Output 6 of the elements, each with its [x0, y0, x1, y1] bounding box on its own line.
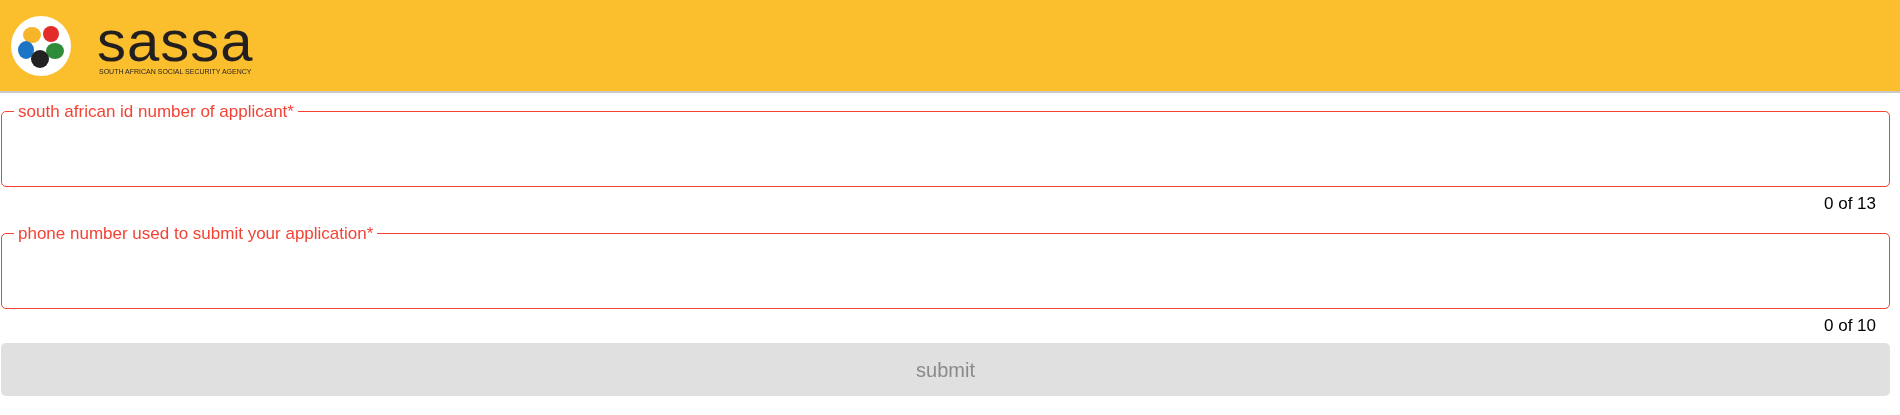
character-counter: 0 of 13	[1824, 193, 1876, 216]
logo-icon	[10, 14, 72, 77]
brand-name: sassa	[97, 15, 254, 67]
field-label: phone number used to submit your application*	[17, 223, 375, 245]
field-label: south african id number of applicant*	[17, 101, 295, 123]
character-counter: 0 of 10	[1824, 315, 1876, 338]
